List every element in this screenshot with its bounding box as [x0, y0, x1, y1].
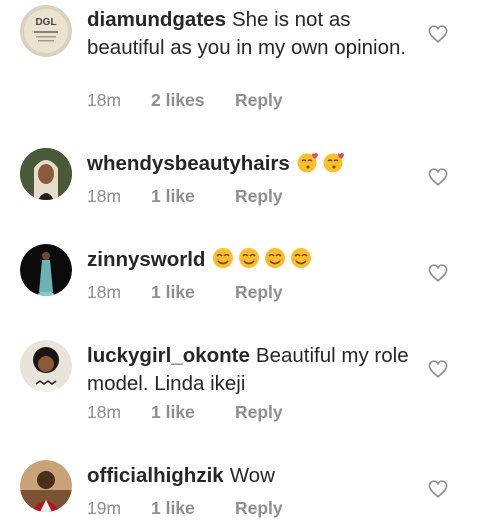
comment-meta: 18m 1 like Reply — [87, 402, 283, 423]
comment-body: whendysbeautyhairs — [87, 150, 417, 181]
avatar[interactable] — [20, 148, 72, 200]
comment-username[interactable]: zinnysworld — [87, 248, 205, 271]
reply-button[interactable]: Reply — [235, 498, 283, 519]
like-heart-icon[interactable] — [428, 168, 448, 186]
avatar-image: DGL — [20, 5, 72, 57]
kissing-face-icon — [297, 153, 318, 173]
like-heart-icon[interactable] — [428, 264, 448, 282]
kissing-face-icon — [323, 153, 344, 173]
comment-body: officialhighzik Wow — [87, 462, 417, 490]
comment-body: luckygirl_okonte Beautiful my role model.… — [87, 342, 417, 398]
avatar-image — [20, 148, 72, 200]
avatar-image — [20, 460, 72, 512]
comment-time: 19m — [87, 498, 122, 518]
likes-count[interactable]: 1 like — [151, 402, 235, 423]
emoji-group — [211, 247, 315, 277]
avatar[interactable] — [20, 340, 72, 392]
avatar-logo-text: DGL — [35, 17, 56, 28]
reply-button[interactable]: Reply — [235, 186, 283, 207]
likes-count[interactable]: 2 likes — [151, 90, 235, 111]
comment-text: Wow — [229, 464, 275, 487]
reply-button[interactable]: Reply — [235, 282, 283, 303]
reply-button[interactable]: Reply — [235, 90, 283, 111]
comment-time: 18m — [87, 402, 122, 422]
comment-username[interactable]: diamundgates — [87, 8, 226, 31]
avatar[interactable]: DGL — [20, 5, 72, 57]
comment-meta: 19m 1 like Reply — [87, 498, 283, 519]
comment-username[interactable]: luckygirl_okonte — [87, 344, 250, 367]
comment-username[interactable]: whendysbeautyhairs — [87, 152, 290, 175]
like-heart-icon[interactable] — [428, 25, 448, 43]
like-heart-icon[interactable] — [428, 480, 448, 498]
avatar[interactable] — [20, 244, 72, 296]
likes-count[interactable]: 1 like — [151, 498, 235, 519]
avatar[interactable] — [20, 460, 72, 512]
avatar-image — [20, 244, 72, 296]
smiling-face-icon — [265, 248, 286, 268]
comment-meta: 18m 2 likes Reply — [87, 90, 283, 111]
smiling-face-icon — [291, 248, 312, 268]
comment-meta: 18m 1 like Reply — [87, 282, 283, 303]
likes-count[interactable]: 1 like — [151, 282, 235, 303]
comment-meta: 18m 1 like Reply — [87, 186, 283, 207]
smiling-face-icon — [213, 248, 234, 268]
comment-time: 18m — [87, 186, 122, 206]
comment-body: zinnysworld — [87, 246, 417, 277]
comment-list: DGL diamundgates She is not as beautiful … — [0, 0, 480, 527]
like-heart-icon[interactable] — [428, 360, 448, 378]
likes-count[interactable]: 1 like — [151, 186, 235, 207]
reply-button[interactable]: Reply — [235, 402, 283, 423]
comment-body: diamundgates She is not as beautiful as y… — [87, 6, 417, 62]
comment-username[interactable]: officialhighzik — [87, 464, 224, 487]
comment-time: 18m — [87, 282, 122, 302]
smiling-face-icon — [239, 248, 260, 268]
emoji-group — [296, 151, 348, 181]
avatar-image — [20, 340, 72, 392]
comment-time: 18m — [87, 90, 122, 110]
